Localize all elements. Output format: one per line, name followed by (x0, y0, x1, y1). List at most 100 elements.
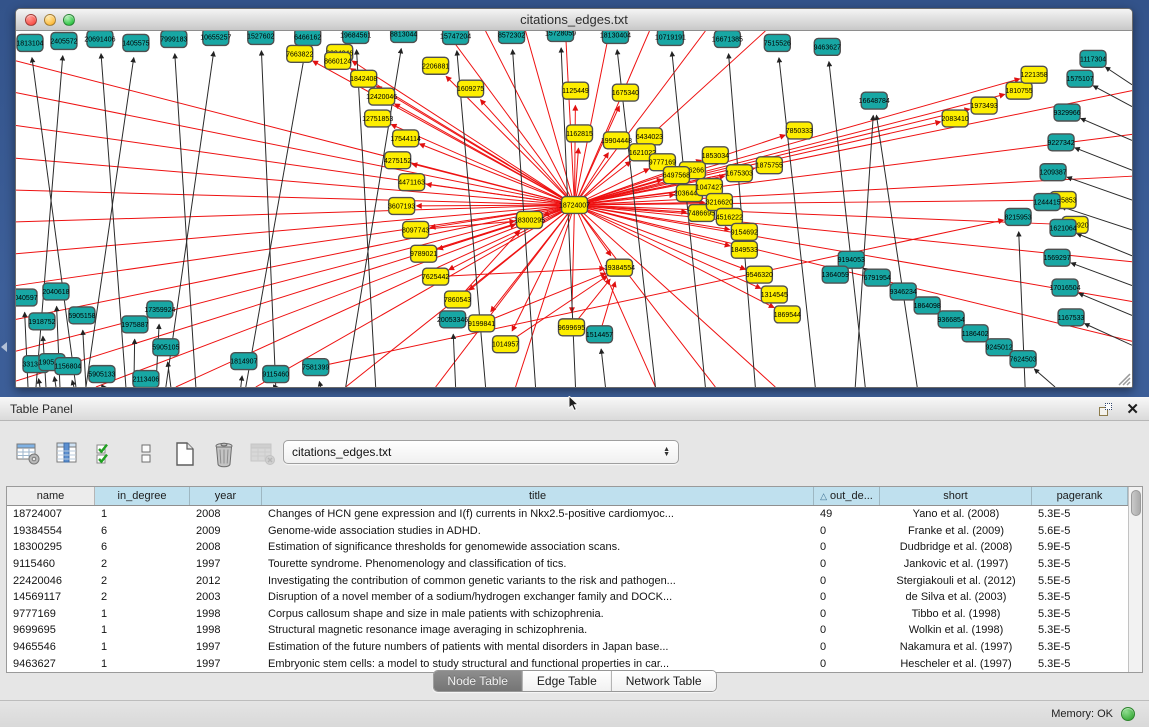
graph-node[interactable]: 18130404 (600, 31, 631, 43)
graph-node[interactable]: 18724007 (559, 197, 590, 214)
graph-node[interactable]: 2040597 (16, 289, 38, 306)
close-panel-icon[interactable]: ✕ (1126, 403, 1139, 416)
graph-node[interactable]: 1875755 (756, 157, 783, 174)
graph-node[interactable]: 7581399 (302, 359, 329, 376)
table-source-select[interactable]: citations_edges.txt ▲▼ (283, 440, 679, 464)
graph-node[interactable]: 8660124 (324, 52, 351, 69)
graph-node[interactable]: 12420046 (366, 88, 397, 105)
memory-status-icon[interactable] (1121, 707, 1135, 721)
tab-edge-table[interactable]: Edge Table (523, 671, 612, 691)
graph-node[interactable]: 1527602 (247, 31, 274, 44)
graph-node[interactable]: 1569297 (1043, 249, 1070, 266)
graph-node[interactable]: 3607193 (388, 198, 415, 215)
graph-node[interactable]: 2113406 (133, 371, 160, 387)
graph-node[interactable]: 7999183 (160, 31, 187, 47)
table-row[interactable]: 969969511998Structural magnetic resonanc… (7, 622, 1128, 639)
network-window-titlebar[interactable]: citations_edges.txt (16, 9, 1132, 31)
column-header-out-de-[interactable]: △out_de... (814, 487, 880, 505)
network-graph[interactable]: 1872400722040461842408124200461275185317… (16, 31, 1132, 387)
graph-node[interactable]: 4471163 (398, 174, 425, 191)
graph-node[interactable]: 9546320 (746, 266, 773, 283)
graph-node[interactable]: 17544114 (390, 130, 421, 147)
graph-node[interactable]: 7860543 (444, 291, 471, 308)
table-options-icon[interactable] (14, 439, 44, 469)
graph-node[interactable]: 9789021 (410, 245, 437, 262)
minimize-window-icon[interactable] (44, 14, 56, 26)
tab-node-table[interactable]: Node Table (433, 671, 523, 691)
graph-node[interactable]: 1675303 (726, 165, 753, 182)
graph-node[interactable]: 1621064 (1049, 219, 1076, 236)
graph-node[interactable]: 1209387 (1039, 164, 1066, 181)
graph-node[interactable]: 2206881 (422, 57, 449, 74)
graph-node[interactable]: 2040618 (42, 283, 69, 300)
graph-node[interactable]: 1869544 (774, 306, 801, 323)
graph-node[interactable]: 1314545 (761, 286, 788, 303)
column-header-pagerank[interactable]: pagerank (1032, 487, 1128, 505)
graph-node[interactable]: 1810755 (1005, 82, 1032, 99)
graph-node[interactable]: 1156804 (55, 358, 82, 375)
graph-node[interactable]: 1675340 (612, 84, 639, 101)
row-select-check-icon[interactable] (92, 439, 122, 469)
graph-node[interactable]: 2405572 (50, 32, 77, 49)
graph-node[interactable]: 9245012 (986, 339, 1013, 356)
table-scrollbar-thumb[interactable] (1131, 490, 1141, 516)
table-row[interactable]: 977716911998Corpus callosum shape and si… (7, 606, 1128, 623)
graph-node[interactable]: 1117304 (1080, 50, 1106, 67)
graph-node[interactable]: 9463627 (814, 38, 841, 55)
graph-node[interactable]: 1849533 (731, 241, 758, 258)
graph-node[interactable]: 6466162 (294, 31, 321, 45)
graph-node[interactable]: 1864098 (914, 297, 941, 314)
graph-node[interactable]: 10655257 (200, 31, 231, 45)
collapse-panel-arrow-icon[interactable] (1, 342, 7, 352)
new-table-icon[interactable] (170, 439, 200, 469)
graph-node[interactable]: 9115460 (262, 366, 289, 383)
graph-node[interactable]: 1167533 (1058, 309, 1085, 326)
zoom-window-icon[interactable] (63, 14, 75, 26)
graph-node[interactable]: 1514457 (586, 326, 613, 343)
column-header-year[interactable]: year (190, 487, 262, 505)
graph-node[interactable]: 2083410 (942, 110, 969, 127)
graph-node[interactable]: 15747204 (440, 31, 471, 44)
graph-node[interactable]: 9154692 (731, 223, 758, 240)
graph-node[interactable]: 5905105 (152, 339, 179, 356)
graph-node[interactable]: 7625442 (422, 268, 449, 285)
graph-node[interactable]: 1853034 (702, 147, 729, 164)
rows-icon[interactable] (131, 439, 161, 469)
column-header-in-degree[interactable]: in_degree (95, 487, 190, 505)
graph-node[interactable]: 17359924 (144, 301, 175, 318)
graph-node[interactable]: 1364059 (822, 266, 849, 283)
graph-node[interactable]: 8215953 (1004, 209, 1031, 226)
table-row[interactable]: 1830029562008Estimation of significance … (7, 539, 1128, 556)
table-row[interactable]: 911546021997Tourette syndrome. Phenomeno… (7, 556, 1128, 573)
graph-node[interactable]: 9346234 (890, 283, 917, 300)
graph-node[interactable]: 9699695 (558, 319, 585, 336)
graph-node[interactable]: 1186402 (962, 325, 989, 342)
graph-node[interactable]: 7663822 (286, 45, 313, 62)
graph-node[interactable]: 1813104 (16, 34, 43, 51)
delete-trash-icon[interactable] (209, 439, 239, 469)
table-row[interactable]: 1872400712008Changes of HCN gene express… (7, 506, 1128, 523)
graph-node[interactable]: 1609275 (457, 80, 484, 97)
graph-node[interactable]: 5905158 (68, 307, 95, 324)
float-panel-icon[interactable] (1099, 403, 1112, 416)
graph-node[interactable]: 9227342 (1047, 134, 1074, 151)
graph-node[interactable]: 1125449 (562, 82, 589, 99)
graph-node[interactable]: 1575107 (1066, 70, 1093, 87)
graph-node[interactable]: 7515526 (764, 34, 791, 51)
tab-network-table[interactable]: Network Table (612, 671, 716, 691)
graph-node[interactable]: 1973493 (971, 97, 998, 114)
graph-node[interactable]: 6791954 (864, 269, 891, 286)
graph-node[interactable]: 1918752 (28, 313, 55, 330)
graph-node[interactable]: 12751853 (362, 110, 393, 127)
close-window-icon[interactable] (25, 14, 37, 26)
graph-node[interactable]: 19684561 (340, 31, 371, 43)
graph-node[interactable]: 1842408 (350, 70, 377, 87)
graph-node[interactable]: 1221358 (1020, 66, 1047, 83)
table-row[interactable]: 1938455462009Genome-wide association stu… (7, 523, 1128, 540)
graph-node[interactable]: 5905133 (88, 366, 115, 383)
column-header-name[interactable]: name (7, 487, 95, 505)
column-header-title[interactable]: title (262, 487, 814, 505)
graph-node[interactable]: 9199841 (468, 315, 495, 332)
graph-node[interactable]: 20691406 (84, 31, 115, 47)
graph-node[interactable]: 19904448 (601, 132, 632, 149)
